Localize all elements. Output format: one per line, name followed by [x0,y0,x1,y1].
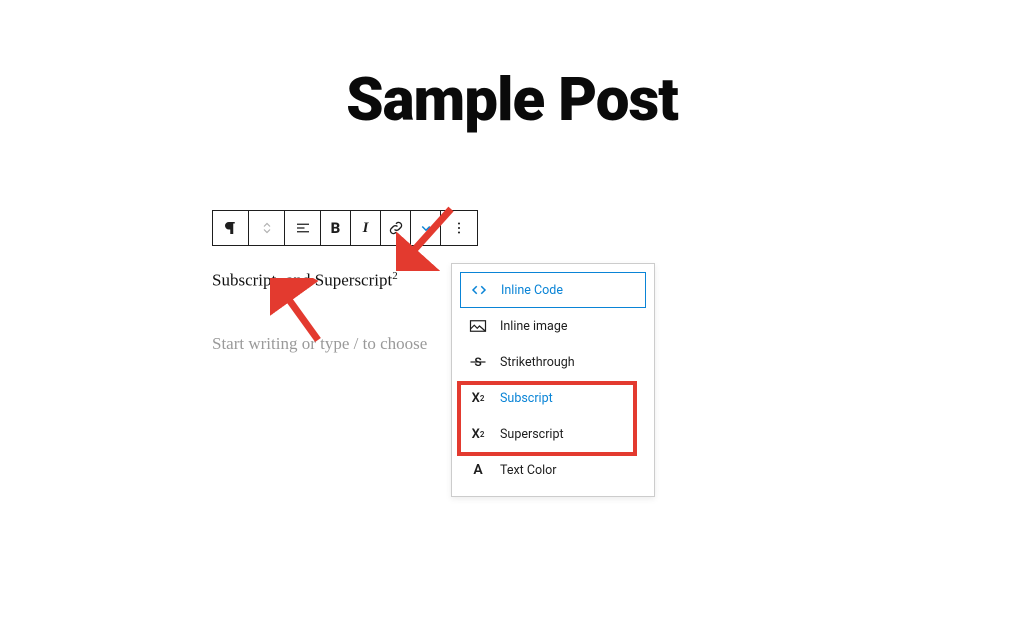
page-title: Sample Post [0,64,1024,135]
align-button[interactable] [285,211,321,245]
paragraph-block[interactable]: Subscript1 and Superscript2 [212,270,398,293]
dropdown-label: Strikethrough [500,355,575,370]
textcolor-icon: A [468,462,488,478]
pilcrow-icon [222,219,240,237]
chevron-down-icon [417,219,435,237]
superscript-text: 2 [392,270,398,282]
dropdown-item-inline-image[interactable]: Inline image [460,308,646,344]
dropdown-item-inline-code[interactable]: Inline Code [460,272,646,308]
image-icon [468,319,488,333]
block-toolbar: B I [212,210,478,246]
bold-button[interactable]: B [321,211,351,245]
pilcrow-button[interactable] [213,211,249,245]
text-mid: and Superscript [282,271,392,290]
italic-button[interactable]: I [351,211,381,245]
link-button[interactable] [381,211,411,245]
dropdown-label: Inline image [500,319,567,334]
italic-icon: I [363,220,369,237]
dropdown-item-strikethrough[interactable]: S Strikethrough [460,344,646,380]
align-left-icon [294,219,312,237]
dropdown-item-superscript[interactable]: X2 Superscript [460,416,646,452]
bold-icon: B [331,219,341,237]
more-icon [450,219,468,237]
dropdown-item-text-color[interactable]: A Text Color [460,452,646,488]
dropdown-label: Text Color [500,463,557,478]
code-icon [469,283,489,297]
block-placeholder[interactable]: Start writing or type / to choose [212,334,427,354]
move-icon [258,219,276,237]
dropdown-item-subscript[interactable]: X2 Subscript [460,380,646,416]
dropdown-label: Subscript [500,391,553,406]
subscript-icon: X2 [468,391,488,406]
more-formatting-button[interactable] [411,211,441,245]
move-button[interactable] [249,211,285,245]
strike-icon: S [468,354,488,370]
dropdown-label: Inline Code [501,283,563,298]
dropdown-label: Superscript [500,427,564,442]
link-icon [387,219,405,237]
formatting-dropdown: Inline Code Inline image S Strikethrough… [451,263,655,497]
more-options-button[interactable] [441,211,477,245]
text-prefix: Subscript [212,271,276,290]
superscript-icon: X2 [468,427,488,442]
